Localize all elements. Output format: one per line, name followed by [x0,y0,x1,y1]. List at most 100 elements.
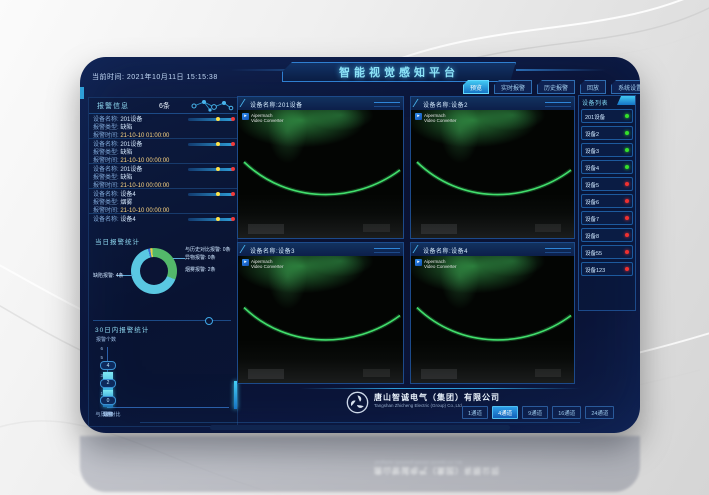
alarm-device-value: 201设备 [120,117,142,123]
status-dot [625,199,629,203]
video-stream: ▸ AipermachVideo Converter [238,110,403,238]
video-header: 设备名称:201设备 [238,97,403,111]
donut-label-smoke: 烟雾报警: 2条 [185,266,216,273]
device-row[interactable]: 设备3 [581,143,633,157]
converter-icon: ▸ [415,113,422,120]
dashboard-panel: 当前时间: 2021年10月11日 15:15:38 智能视觉感知平台 预览 实… [80,57,640,433]
system-time: 当前时间: 2021年10月11日 15:15:38 [92,72,218,82]
video-header: 设备名称:设备2 [411,97,574,111]
alarm-severity-slider [188,168,234,171]
donut-label-defect: 缺陷报警: 4条 [93,272,124,279]
nav-button-preview[interactable]: 预览 [463,80,489,94]
donut-callout-line [173,258,185,259]
video-cell-4[interactable]: 设备名称:设备4 ▸ AipermachVideo Converter [410,242,575,384]
status-dot [625,250,629,254]
scene-structures [238,194,403,238]
video-stream: ▸ AipermachVideo Converter [411,256,574,383]
converter-icon: ▸ [242,259,249,266]
video-cell-1[interactable]: 设备名称:201设备 ▸ AipermachVideo Converter [237,96,404,239]
channel-button-24[interactable]: 24通道 [585,406,614,419]
status-dot [625,131,629,135]
video-header: 设备名称:设备3 [238,243,403,257]
converter-icon: ▸ [242,113,249,120]
status-dot [625,216,629,220]
dashboard-reflection: 唐山智诚电气（集团）有限公司 Tangshan Zhicheng Electri… [80,436,640,492]
scene-structures [238,340,403,383]
video-title: 设备名称:设备3 [250,246,295,255]
status-dot [625,267,629,271]
network-decoration-icon [190,99,234,113]
bar-history: 0与历史对比 [93,336,123,422]
video-stream: ▸ AipermachVideo Converter [238,256,403,383]
status-dot [625,233,629,237]
channel-button-16[interactable]: 16通道 [552,406,581,419]
alarm-panel-header: 报警信息 6条 [89,98,237,114]
channel-button-4[interactable]: 4通道 [492,406,518,419]
monthly-stats-title: 30日内报警统计 [95,324,149,334]
converter-icon: ▸ [415,259,422,266]
donut-chart [131,248,177,294]
alarm-device-label: 设备名称: [93,117,119,123]
alarm-severity-slider [188,118,234,121]
stream-overlay: ▸ AipermachVideo Converter [415,113,456,123]
panel-accent-bar [234,381,237,409]
device-row[interactable]: 设备5 [581,177,633,191]
nav-button-settings[interactable]: 系统设置 [611,80,640,94]
stream-overlay: ▸ AipermachVideo Converter [242,113,283,123]
device-row[interactable]: 设备7 [581,211,633,225]
video-title: 设备名称:设备4 [423,246,468,255]
alarm-list-item[interactable]: 设备名称: 设备4 [89,214,237,227]
footer-separator-line [300,388,580,389]
alarm-list-item[interactable]: 设备名称: 201设备 报警类型: 缺陷 报警时间: 21-10-10 00:0… [89,164,237,189]
device-list-title[interactable]: 设备列表 [582,98,608,107]
company-name-en: Tangshan Zhicheng Electric (Group) Co.,L… [374,403,463,408]
channel-button-9[interactable]: 9通道 [522,406,548,419]
donut-label-history: 与历史对比报警: 0条 [185,246,231,253]
video-cell-3[interactable]: 设备名称:设备3 ▸ AipermachVideo Converter [237,242,404,384]
video-stream: ▸ AipermachVideo Converter [411,110,574,238]
stream-overlay: ▸ AipermachVideo Converter [415,259,456,269]
video-title: 设备名称:设备2 [423,100,468,109]
alarm-type-value: 缺陷 [120,125,132,131]
alarm-severity-slider [188,193,234,196]
alarm-list: 设备名称: 201设备 报警类型: 缺陷 报警时间: 21-10-10 01:0… [89,114,237,227]
alarm-severity-slider [188,218,234,221]
device-row[interactable]: 设备2 [581,126,633,140]
nav-button-history-alarm[interactable]: 历史报警 [537,80,575,94]
device-row[interactable]: 设备4 [581,160,633,174]
header-line-decoration [516,69,606,71]
footer-base-line [140,422,580,423]
device-row[interactable]: 设备6 [581,194,633,208]
company-name-cn: 唐山智诚电气（集团）有限公司 [374,392,500,403]
device-row[interactable]: 201设备 [581,109,633,123]
channel-button-1[interactable]: 1通道 [462,406,488,419]
device-row[interactable]: 设备8 [581,228,633,242]
edge-notch-decoration [80,87,84,99]
donut-label-foreign: 异物报警: 0条 [185,254,216,261]
alarm-count-badge: 6条 [159,101,170,111]
status-dot [625,114,629,118]
channel-layout-switcher: 1通道 4通道 9通道 16通道 24通道 [462,406,614,419]
nav-button-playback[interactable]: 回放 [580,80,606,94]
alarm-list-item[interactable]: 设备名称: 201设备 报警类型: 缺陷 报警时间: 21-10-10 00:0… [89,139,237,164]
device-list-tab[interactable] [617,96,635,105]
alarm-list-item[interactable]: 设备名称: 设备4 报警类型: 烟雾 报警时间: 21-10-10 00:00:… [89,189,237,214]
alarm-type-label: 报警类型: [93,125,119,131]
monthly-bar-chart: 报警个数 65 43 21 0 4缺陷 2烟雾 0异物 0与历史对比 [93,336,233,422]
bottom-accent-bar [210,425,510,430]
alarm-list-item[interactable]: 设备名称: 201设备 报警类型: 缺陷 报警时间: 21-10-10 01:0… [89,114,237,139]
video-cell-2[interactable]: 设备名称:设备2 ▸ AipermachVideo Converter [410,96,575,239]
company-logo [346,391,369,414]
device-row[interactable]: 设备123 [581,262,633,276]
device-list: 201设备 设备2 设备3 设备4 设备5 设备6 设备7 设备8 设备55 设… [581,109,633,279]
today-stats-title: 当日报警统计 [95,236,140,246]
status-dot [625,165,629,169]
alarm-severity-slider [188,143,234,146]
page-title: 智能视觉感知平台 [282,62,516,82]
video-header: 设备名称:设备4 [411,243,574,257]
top-nav: 预览 实时报警 历史报警 回放 系统设置 [463,80,640,94]
nav-button-realtime-alarm[interactable]: 实时报警 [494,80,532,94]
device-row[interactable]: 设备55 [581,245,633,259]
device-list-panel: 设备列表 201设备 设备2 设备3 设备4 设备5 设备6 设备7 设备8 设… [578,95,636,311]
alarm-panel-title: 报警信息 [97,101,129,111]
